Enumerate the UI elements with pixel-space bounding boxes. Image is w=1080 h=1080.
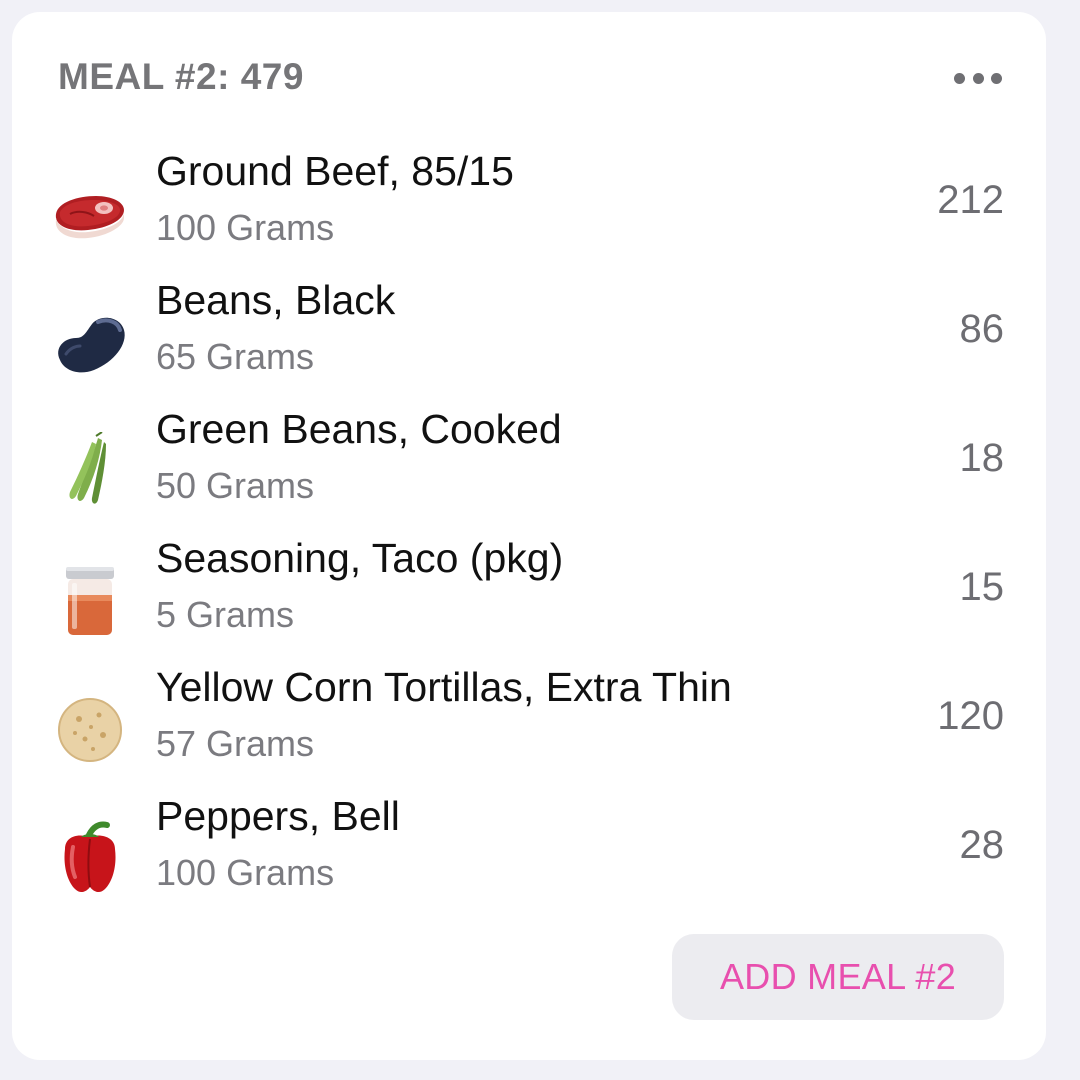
add-meal-button[interactable]: ADD MEAL #2 (672, 934, 1004, 1020)
tortilla-icon (50, 690, 130, 770)
more-dot-icon (954, 72, 965, 84)
food-name: Yellow Corn Tortillas, Extra Thin (156, 664, 732, 710)
food-row[interactable]: Beans, Black 65 Grams 86 (12, 273, 1046, 402)
more-dot-icon (972, 72, 984, 84)
more-options-button[interactable] (954, 60, 1002, 96)
steak-icon (50, 174, 130, 254)
more-dot-icon (991, 72, 1002, 84)
food-row[interactable]: Green Beans, Cooked 50 Grams 18 (12, 402, 1046, 531)
black-bean-icon (50, 303, 130, 383)
meal-title: MEAL #2: 479 (58, 56, 304, 97)
food-row[interactable]: Seasoning, Taco (pkg) 5 Grams 15 (12, 531, 1046, 660)
food-calories: 28 (959, 823, 1005, 867)
food-row[interactable]: Ground Beef, 85/15 100 Grams 212 (12, 144, 1046, 273)
bell-pepper-icon (50, 819, 130, 899)
food-name: Peppers, Bell (156, 793, 400, 839)
food-name: Seasoning, Taco (pkg) (156, 535, 564, 581)
food-calories: 15 (959, 565, 1005, 609)
food-name: Ground Beef, 85/15 (156, 148, 514, 194)
food-row[interactable]: Peppers, Bell 100 Grams 28 (12, 789, 1046, 918)
food-name: Beans, Black (156, 277, 396, 323)
food-amount: 50 Grams (156, 465, 315, 506)
food-amount: 65 Grams (156, 336, 315, 377)
food-row[interactable]: Yellow Corn Tortillas, Extra Thin 57 Gra… (12, 660, 1046, 789)
food-calories: 212 (937, 178, 1004, 222)
food-calories: 120 (937, 694, 1004, 738)
food-amount: 100 Grams (156, 207, 335, 248)
food-calories: 86 (959, 307, 1005, 351)
food-name: Green Beans, Cooked (156, 406, 562, 452)
food-amount: 100 Grams (156, 852, 335, 893)
food-amount: 5 Grams (156, 594, 295, 635)
meal-card: MEAL #2: 479 Ground Beef, 85/15 100 Gram… (12, 12, 1046, 1060)
food-calories: 18 (959, 436, 1005, 480)
food-amount: 57 Grams (156, 723, 315, 764)
green-beans-icon (50, 432, 130, 512)
spice-jar-icon (50, 561, 130, 641)
